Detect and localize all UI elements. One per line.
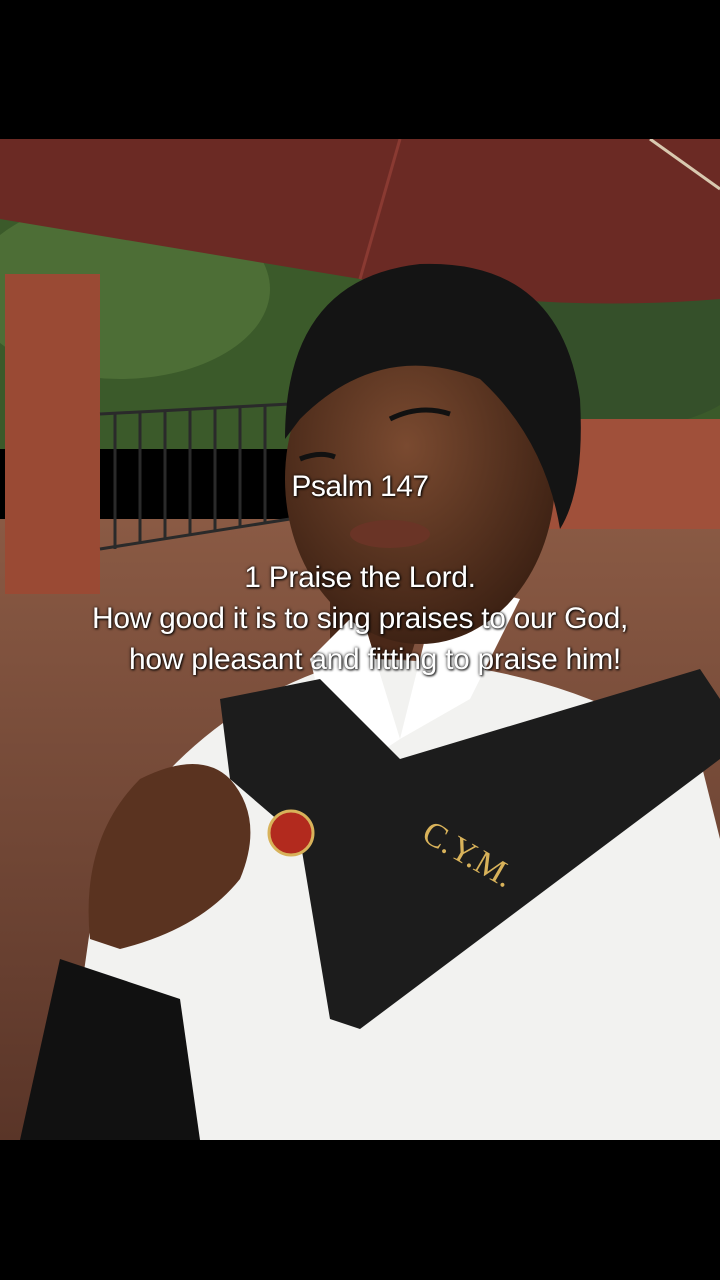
caption-line: how pleasant and fitting to praise him! [129,643,621,676]
caption-verse: 1 Praise the Lord. How good it is to sin… [0,557,720,680]
caption-title: Psalm 147 [291,470,429,503]
caption-line: How good it is to sing praises to our Go… [91,602,628,635]
brick-pillar [5,274,100,594]
caption-line: 1 Praise the Lord. [244,561,476,594]
pin-badge [267,809,315,857]
